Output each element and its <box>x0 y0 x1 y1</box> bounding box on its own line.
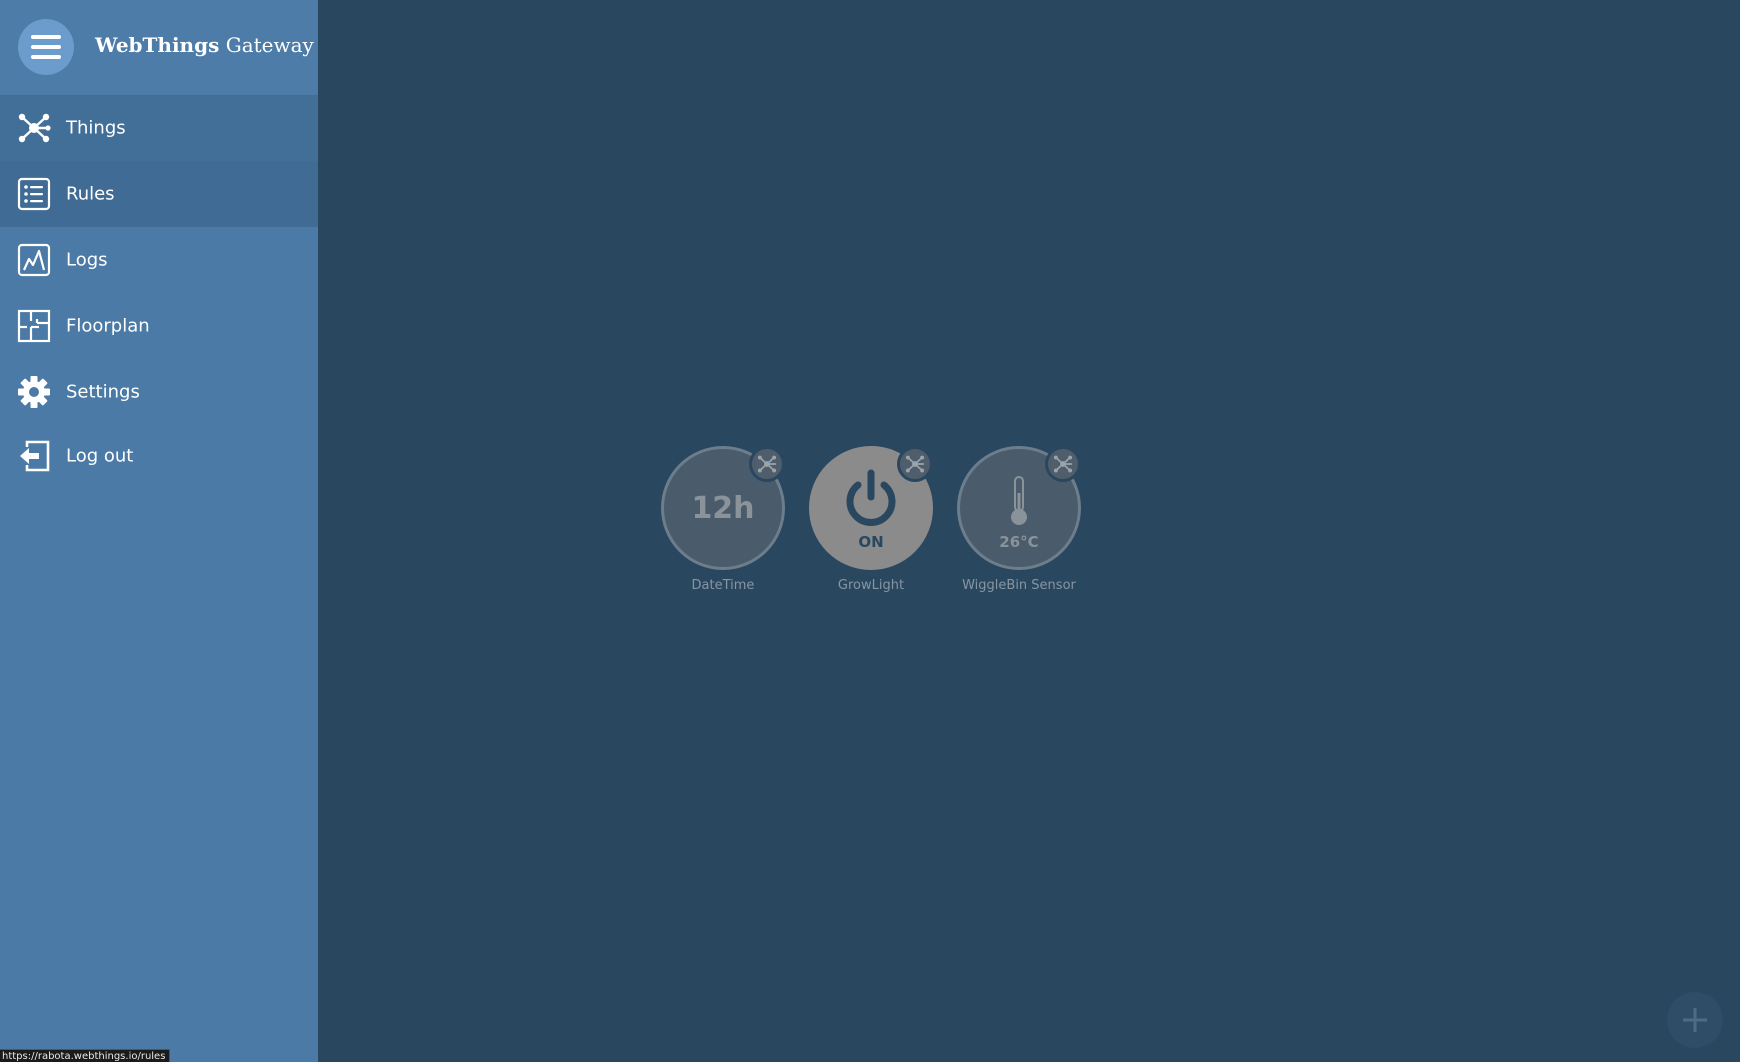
sidebar-item-logs[interactable]: Logs <box>0 227 318 293</box>
thing-value: ON <box>858 533 884 551</box>
sidebar-item-label: Log out <box>66 445 134 467</box>
sidebar-item-label: Things <box>66 117 126 139</box>
sidebar-item-label: Floorplan <box>66 315 150 337</box>
thing-icon-button[interactable]: 12h <box>661 446 785 570</box>
app-title-light: Gateway <box>225 33 314 57</box>
thing-details-button[interactable] <box>897 446 933 482</box>
add-thing-button[interactable] <box>1667 992 1723 1048</box>
sidebar-nav: Things Rules Logs Floorplan Settings Log… <box>0 95 318 487</box>
sidebar-item-label: Settings <box>66 381 140 403</box>
thing-wigglebin-sensor[interactable]: 26°C WiggleBin Sensor <box>944 446 1094 593</box>
gear-icon <box>17 375 51 409</box>
hamburger-icon <box>31 35 61 59</box>
sidebar-item-label: Rules <box>66 183 115 205</box>
sidebar-item-logout[interactable]: Log out <box>0 425 318 487</box>
thing-details-button[interactable] <box>749 446 785 482</box>
sidebar-item-floorplan[interactable]: Floorplan <box>0 293 318 359</box>
sidebar: WebThings Gateway Things Rules Logs Floo… <box>0 0 318 1062</box>
thing-name: DateTime <box>691 578 755 593</box>
thing-growlight[interactable]: ON GrowLight <box>796 446 946 593</box>
things-icon <box>17 111 51 145</box>
sidebar-header: WebThings Gateway <box>0 0 318 95</box>
power-icon <box>846 469 896 526</box>
thermometer-icon <box>1011 476 1027 525</box>
app-title-bold: WebThings <box>95 33 220 57</box>
sidebar-item-settings[interactable]: Settings <box>0 359 318 425</box>
floorplan-icon <box>17 309 51 343</box>
app-title: WebThings Gateway <box>95 33 314 57</box>
thing-icon-button[interactable]: ON <box>809 446 933 570</box>
thing-value: 26°C <box>999 533 1039 551</box>
things-icon <box>905 455 925 473</box>
menu-button[interactable] <box>18 19 74 75</box>
sidebar-item-label: Logs <box>66 249 108 271</box>
plus-icon <box>1683 1008 1707 1032</box>
sidebar-item-rules[interactable]: Rules <box>0 161 318 227</box>
things-icon <box>1053 455 1073 473</box>
thing-name: GrowLight <box>837 578 905 593</box>
thing-icon-button[interactable]: 26°C <box>957 446 1081 570</box>
thing-datetime[interactable]: 12h DateTime <box>648 446 798 593</box>
logs-icon <box>17 243 51 277</box>
status-bar-url: https://rabota.webthings.io/rules <box>0 1049 171 1062</box>
sidebar-item-things[interactable]: Things <box>0 95 318 161</box>
logout-icon <box>17 439 51 473</box>
thing-details-button[interactable] <box>1045 446 1081 482</box>
thing-value: 12h <box>691 490 755 526</box>
things-icon <box>757 455 777 473</box>
thing-name: WiggleBin Sensor <box>962 578 1076 593</box>
things-view: 12h DateTime ON GrowLight 26°C WiggleBin… <box>318 0 1740 1062</box>
rules-icon <box>17 177 51 211</box>
